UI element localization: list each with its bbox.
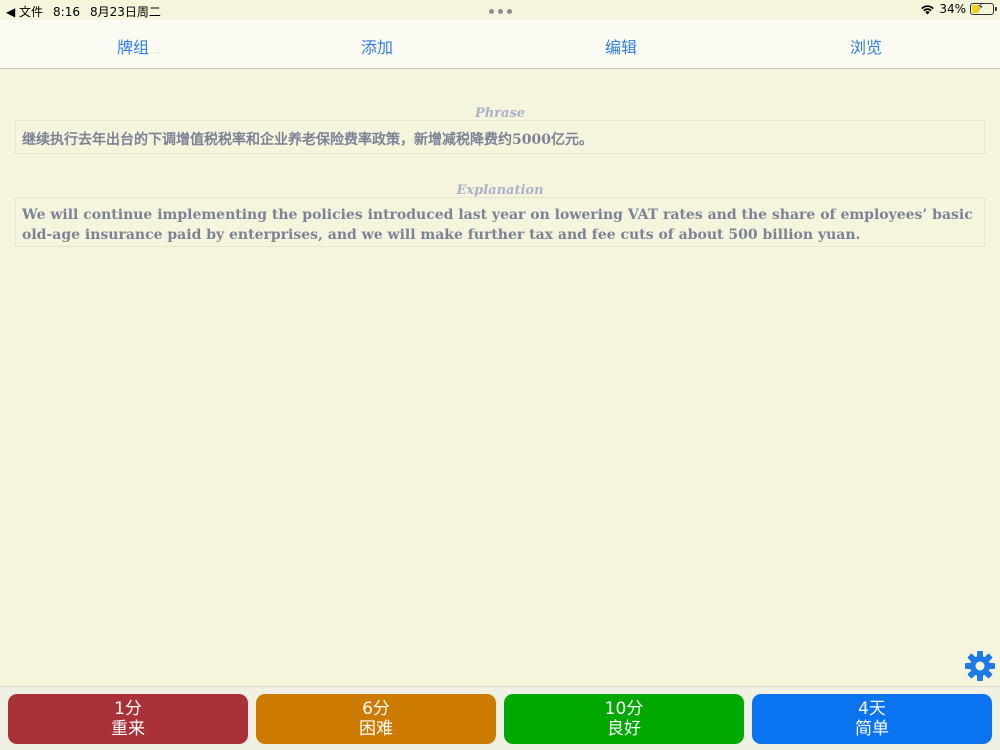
easy-interval: 4天 (858, 699, 886, 719)
explanation-field: We will continue implementing the polici… (15, 197, 985, 247)
good-label: 良好 (607, 719, 641, 739)
explanation-label: Explanation (456, 183, 544, 198)
easy-label: 简单 (855, 719, 889, 739)
top-toolbar: 牌组 添加 编辑 浏览 (0, 20, 1000, 69)
battery-icon: ⚡ (970, 2, 997, 15)
dot (507, 9, 512, 14)
hard-label: 困难 (359, 719, 393, 739)
again-button[interactable]: 1分 重来 (8, 694, 248, 744)
battery-percent: 34% (939, 2, 966, 16)
nav-decks-button[interactable]: 牌组 (93, 34, 173, 58)
answer-bar: 1分 重来 6分 困难 10分 良好 4天 简单 (0, 686, 1000, 750)
good-button[interactable]: 10分 良好 (504, 694, 744, 744)
wifi-icon (921, 4, 935, 15)
dot (489, 9, 494, 14)
again-interval: 1分 (114, 699, 142, 719)
good-interval: 10分 (604, 699, 644, 719)
again-label: 重来 (111, 719, 145, 739)
status-date: 8月23日周二 (90, 5, 161, 19)
multitasking-dots[interactable] (489, 9, 512, 14)
status-bar: ◀ 文件 8:16 8月23日周二 34% ⚡ (0, 0, 1000, 20)
nav-edit-button[interactable]: 编辑 (581, 34, 661, 58)
nav-add-button[interactable]: 添加 (337, 34, 417, 58)
hard-interval: 6分 (362, 699, 390, 719)
charging-bolt-icon: ⚡ (977, 2, 985, 13)
dot (498, 9, 503, 14)
phrase-field: 继续执行去年出台的下调增值税税率和企业养老保险费率政策，新增减税降费约5000亿… (15, 120, 985, 154)
gear-icon[interactable] (964, 650, 996, 682)
easy-button[interactable]: 4天 简单 (752, 694, 992, 744)
phrase-label: Phrase (474, 106, 526, 121)
back-to-app-button[interactable]: ◀ 文件 (6, 3, 43, 20)
hard-button[interactable]: 6分 困难 (256, 694, 496, 744)
nav-browse-button[interactable]: 浏览 (826, 34, 906, 58)
status-time: 8:16 (53, 4, 80, 19)
